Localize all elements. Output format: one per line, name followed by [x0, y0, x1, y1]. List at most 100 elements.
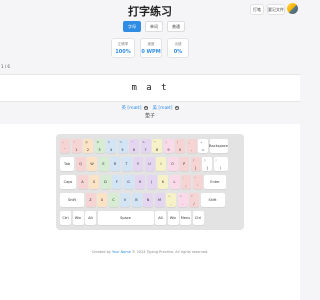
key-label: Win [74, 216, 82, 220]
key[interactable]: + = [198, 139, 208, 153]
key-label: \ [219, 165, 222, 170]
key-shift-label: & [142, 140, 145, 144]
key-label: Ctrl [194, 216, 202, 220]
key[interactable]: J [146, 175, 157, 189]
key[interactable]: T [121, 157, 132, 171]
key[interactable]: Win [72, 211, 84, 225]
key[interactable]: Ctrl [60, 211, 71, 225]
key-label: O [171, 162, 174, 166]
speaker-icon[interactable]: ◀ [143, 106, 148, 110]
key-label: W [90, 162, 94, 166]
keyboard-row-4: Shift Z X C V B N M <, >.? / Shift [60, 193, 225, 207]
key[interactable]: }] [202, 157, 212, 171]
key[interactable]: N [143, 193, 153, 207]
key[interactable]: F [112, 175, 122, 189]
key[interactable]: ! 1 [71, 139, 82, 153]
key[interactable]: Z [85, 193, 96, 207]
key[interactable]: G [123, 175, 134, 189]
key[interactable]: B [131, 193, 142, 207]
key[interactable]: Menu [180, 211, 191, 225]
key[interactable]: C [108, 193, 119, 207]
keyboard-row-5: Ctrl Win Alt Space Alt Win Menu Ctrl [60, 211, 204, 225]
key[interactable]: ^ 6 [129, 139, 139, 153]
key[interactable]: Caps [60, 175, 76, 189]
key[interactable]: H [135, 175, 145, 189]
key-label: F [115, 180, 118, 184]
key-label: . [181, 201, 184, 206]
key[interactable]: @2 [83, 139, 93, 153]
key[interactable]: Enter [204, 175, 226, 189]
key[interactable]: Q [75, 157, 86, 171]
key[interactable]: O [167, 157, 178, 171]
key[interactable]: Space [97, 211, 154, 225]
key-label: B [135, 198, 138, 202]
key[interactable]: D [100, 175, 111, 189]
key[interactable]: A [77, 175, 88, 189]
key[interactable]: Tab [60, 157, 74, 171]
key[interactable]: $4 [106, 139, 116, 153]
key[interactable]: E [98, 157, 109, 171]
key[interactable]: % 5 [117, 139, 128, 153]
key[interactable]: Y [133, 157, 143, 171]
word-panel[interactable]: m a t [0, 74, 300, 102]
key-shift-label: _ [188, 140, 191, 144]
key[interactable]: U [144, 157, 155, 171]
key[interactable]: R [110, 157, 120, 171]
key[interactable]: W [87, 157, 97, 171]
key-label: J [150, 180, 153, 184]
key-label: ; [185, 183, 187, 188]
key-label: [ [194, 165, 197, 170]
mode-tab-words[interactable]: 单词 [145, 21, 163, 32]
key[interactable]: Win [167, 211, 179, 225]
key[interactable]: P [179, 157, 189, 171]
key[interactable]: _ - [186, 139, 197, 153]
footer-prefix: Created by [91, 250, 112, 254]
key[interactable]: K [158, 175, 168, 189]
key[interactable]: :; [181, 175, 191, 189]
key[interactable]: S [89, 175, 99, 189]
key-label: 9 [167, 147, 170, 152]
key[interactable]: Backspace [209, 139, 228, 153]
key-shift-label: ( [165, 140, 167, 144]
key[interactable]: Alt [155, 211, 166, 225]
mode-tab-normal[interactable]: 普通 [167, 21, 185, 32]
key-label: Caps [63, 180, 73, 184]
top-tab-button-2[interactable]: 要记文件 [267, 4, 285, 15]
key[interactable]: Ctrl [192, 211, 204, 225]
key-shift-label: " [194, 176, 196, 180]
key-label: ' [197, 183, 198, 188]
speaker-icon[interactable]: ◀ [174, 106, 179, 110]
key[interactable]: ) 0 [175, 139, 185, 153]
key[interactable]: Shift [200, 193, 225, 207]
key[interactable]: {[ [190, 157, 201, 171]
footer-author-link[interactable]: Your Name [112, 250, 131, 254]
key[interactable]: Alt [85, 211, 96, 225]
key[interactable]: >. [177, 193, 188, 207]
key[interactable]: <, [166, 193, 176, 207]
key[interactable]: * 8 [152, 139, 162, 153]
stat-speed: 速度 0 WPM [140, 38, 162, 58]
key[interactable]: L [169, 175, 180, 189]
key-label: U [148, 162, 151, 166]
phonetics-row: 英 [mæt] ◀ 美 [mæt] ◀ [0, 105, 300, 111]
mode-tab-letters[interactable]: 字母 [123, 21, 141, 32]
key[interactable]: V [120, 193, 130, 207]
key[interactable]: " ' [192, 175, 203, 189]
key[interactable]: X [97, 193, 107, 207]
stat-label: 正确率 [117, 41, 129, 46]
key[interactable]: & 7 [140, 139, 151, 153]
key-shift-label: + [200, 140, 203, 144]
key[interactable]: | \ [213, 157, 228, 171]
key[interactable]: ~ ` [60, 139, 70, 153]
key-label: Q [79, 162, 82, 166]
key[interactable]: (9 [163, 139, 174, 153]
key-label: Space [120, 216, 131, 220]
key[interactable]: ? / [189, 193, 199, 207]
key[interactable]: Shift [60, 193, 84, 207]
avatar[interactable] [287, 3, 298, 14]
key[interactable]: #3 [94, 139, 105, 153]
key-label: R [113, 162, 117, 166]
key[interactable]: I [156, 157, 166, 171]
key[interactable]: M [154, 193, 165, 207]
top-tab-button-1[interactable]: 打笔 [250, 4, 264, 15]
